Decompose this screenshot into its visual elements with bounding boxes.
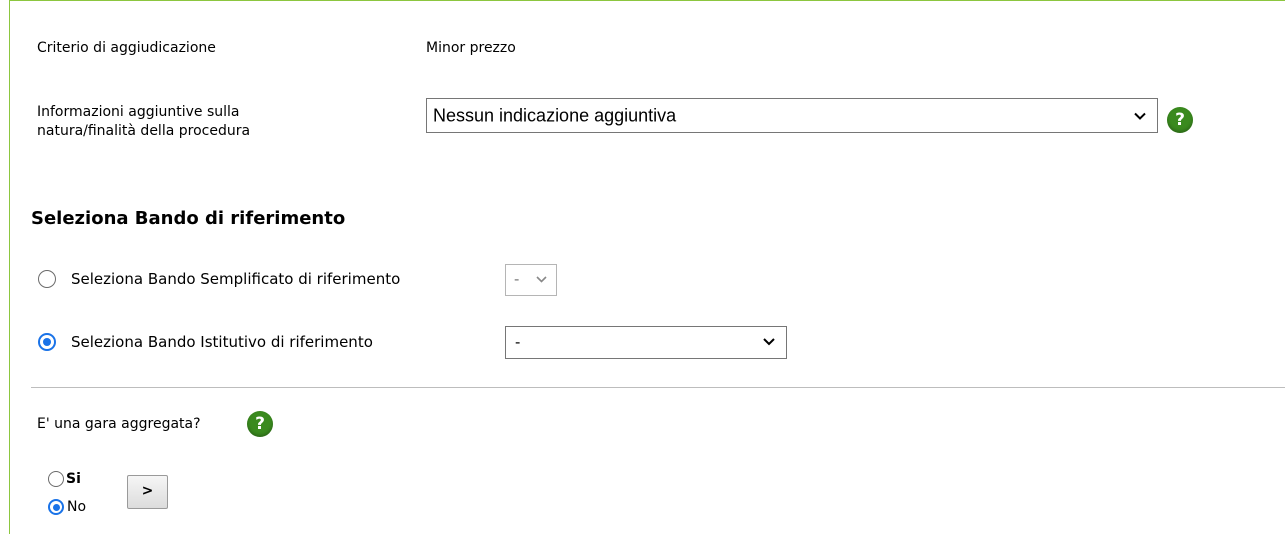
gara-aggregata-question: E' una gara aggregata? — [37, 416, 201, 432]
info-aggiuntive-label-line1: Informazioni aggiuntive sulla — [37, 104, 240, 120]
bando-semplificato-select[interactable]: - — [505, 264, 557, 296]
radio-gara-no[interactable] — [48, 499, 64, 515]
radio-bando-istitutivo[interactable] — [38, 333, 56, 351]
bando-semplificato-selected: - — [514, 271, 520, 288]
next-button[interactable]: > — [127, 475, 168, 509]
criterio-label: Criterio di aggiudicazione — [37, 40, 216, 56]
info-aggiuntive-select[interactable]: Nessun indicazione aggiuntiva — [426, 98, 1158, 133]
help-icon[interactable]: ? — [1167, 107, 1193, 133]
bando-semplificato-label: Seleziona Bando Semplificato di riferime… — [71, 270, 401, 288]
bando-istitutivo-selected: - — [515, 333, 521, 351]
radio-bando-semplificato[interactable] — [38, 270, 56, 288]
gara-no-label: No — [67, 499, 87, 515]
form-panel — [9, 0, 1285, 534]
gara-si-label: Si — [66, 471, 81, 487]
bando-heading: Seleziona Bando di riferimento — [31, 208, 346, 229]
criterio-value: Minor prezzo — [426, 40, 516, 56]
info-aggiuntive-selected: Nessun indicazione aggiuntiva — [433, 105, 677, 125]
chevron-down-icon — [762, 334, 776, 352]
bando-istitutivo-select[interactable]: - — [505, 326, 787, 359]
help-icon[interactable]: ? — [247, 411, 273, 437]
chevron-down-icon — [535, 271, 548, 289]
radio-gara-si[interactable] — [48, 471, 64, 487]
section-divider — [31, 387, 1285, 388]
info-aggiuntive-label-line2: natura/finalità della procedura — [37, 123, 251, 139]
chevron-down-icon — [1133, 105, 1147, 126]
bando-istitutivo-label: Seleziona Bando Istitutivo di riferiment… — [71, 333, 373, 351]
